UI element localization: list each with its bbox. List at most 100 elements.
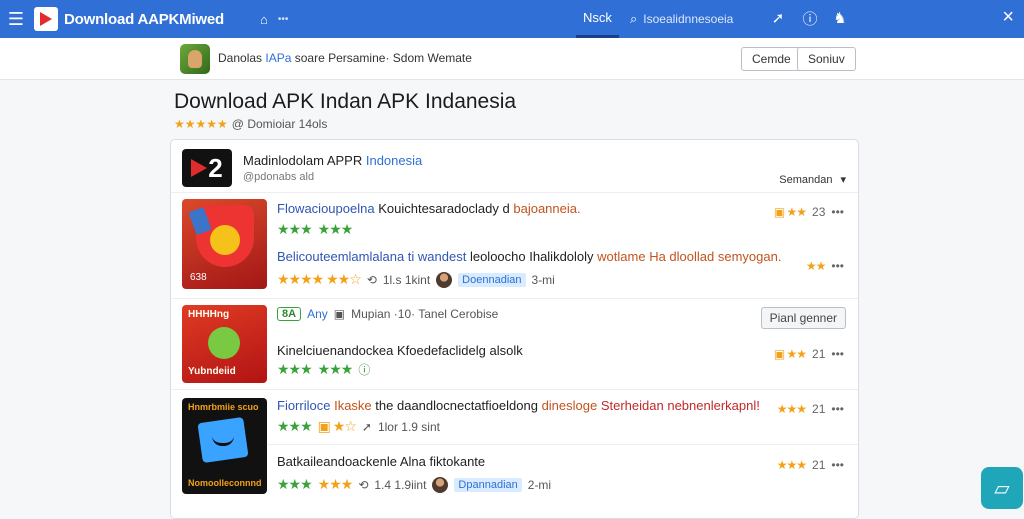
more-dots-icon[interactable]: ••• xyxy=(278,14,289,25)
avatar xyxy=(432,476,449,493)
card-logo-number: 2 xyxy=(208,152,223,183)
page-title: Download APK Indan APK Indanesia xyxy=(174,90,517,113)
rating-stars-icon: ▣ ★☆ xyxy=(317,418,357,434)
row-desc-c: wotlame Ha dloollad semyogan. xyxy=(597,249,782,264)
row-meta: ★★★ 21 ••• xyxy=(777,458,844,472)
more-dots-icon[interactable]: ••• xyxy=(831,347,844,361)
row-title[interactable]: Flowacioupoelna Kouichtesaradoclady d ba… xyxy=(277,201,581,216)
nav-tab[interactable]: Nsck xyxy=(576,0,619,38)
page-meta-text: @ Domioiar 14ols xyxy=(231,117,328,131)
reply-icon[interactable]: ⟲ xyxy=(358,478,368,492)
rating-stars-icon: ▣ ★★ xyxy=(773,347,807,361)
card-title-a: Madinlodolam APPR xyxy=(243,153,363,168)
close-icon[interactable]: × xyxy=(1002,6,1014,29)
row-rating: 21 xyxy=(812,402,826,416)
rating-stars-icon: ▣ ★★ xyxy=(773,205,807,219)
app-icon xyxy=(180,44,210,74)
green-stars-icon: ★★★ xyxy=(277,476,313,492)
row-title-b: Ikaske xyxy=(334,398,372,413)
rating-line: ★★★ ★★★ ⓘ xyxy=(277,361,370,378)
green-stars-icon: ★★★ xyxy=(277,418,313,434)
row-title[interactable]: Batkaileandoackenle Alna fiktokante xyxy=(277,454,485,469)
author-chip[interactable]: Doennadian xyxy=(458,272,526,287)
info-icon: ⓘ xyxy=(358,363,371,377)
row-stat: 1lor 1.9 sint xyxy=(377,419,440,434)
author-chip[interactable]: Dpannadian xyxy=(454,477,522,492)
play-icon xyxy=(191,159,208,177)
row-description: Belicouteemlamlalana ti wandest leolooch… xyxy=(277,249,781,264)
rating-stars-icon: ★★ xyxy=(805,259,826,273)
row-stat: 1.4 1.9iint xyxy=(374,477,427,492)
card-title: Madinlodolam APPR Indonesia xyxy=(243,153,422,168)
more-dots-icon[interactable]: ••• xyxy=(831,458,844,472)
chevron-down-icon: ▾ xyxy=(840,174,846,186)
tag[interactable]: Any xyxy=(307,307,328,321)
brand[interactable]: Download AAPKMiwed xyxy=(34,7,224,31)
list-item[interactable]: HHHHng Yubndeiid 8A Any ▣ Mupian ·10· Ta… xyxy=(171,299,858,389)
list-item[interactable]: Hnmrbmiie scuo Nomoolleconnnd Fiorriloce… xyxy=(171,390,858,500)
search-icon: ⌕ xyxy=(630,11,638,26)
notification-icon[interactable]: ♞ xyxy=(830,8,850,28)
row-title-a: Fiorriloce xyxy=(277,398,331,413)
app-thumbnail[interactable]: HHHHng Yubndeiid xyxy=(182,305,267,383)
floating-action-button[interactable]: ▱ xyxy=(981,467,1023,509)
strip-title-a: Danolas xyxy=(218,51,263,65)
avatar xyxy=(436,271,453,288)
share-icon[interactable]: ➚ xyxy=(362,420,372,434)
list-item[interactable]: 638 Flowacioupoelna Kouichtesaradoclady … xyxy=(171,193,858,298)
card-logo: 2 xyxy=(182,149,232,187)
app-thumbnail[interactable]: Hnmrbmiie scuo Nomoolleconnnd xyxy=(182,398,267,494)
row-meta: ▣ ★★ 23 ••• xyxy=(774,205,844,219)
rating-stats: ★★★★ ★★☆ ⟲ 1l.s 1kint Doennadian 3-mi xyxy=(277,271,555,288)
thumbnail-top-text: Hnmrbmiie scuo xyxy=(188,402,259,412)
rating-stars-icon: ★★★★★ xyxy=(174,117,228,131)
app-strip: Danolas IAPa soare Persamine· Sdom Wemat… xyxy=(0,38,1024,80)
row-stat: 1l.s 1kint xyxy=(382,272,431,287)
rating-stars-icon: ★★★★ ★★☆ xyxy=(277,271,362,287)
strip-title-c: soare Persamine· Sdom Wemate xyxy=(294,51,472,65)
row-rating: 21 xyxy=(812,347,826,361)
row-title-a: Flowacioupoelna xyxy=(277,201,375,216)
green-stars-icon: ★★★ xyxy=(277,221,313,237)
thumbnail-text: Nomoolleconnnd xyxy=(188,478,262,488)
more-dots-icon[interactable]: ••• xyxy=(831,205,844,219)
more-dots-icon[interactable]: ••• xyxy=(831,259,844,273)
category-badge[interactable]: 8A xyxy=(277,307,302,321)
info-icon[interactable]: ⓘ xyxy=(800,8,820,28)
grid-icon: ▣ xyxy=(333,307,346,321)
strip-button-1[interactable]: Cemde xyxy=(741,47,802,71)
divider xyxy=(267,444,858,445)
row-stat-2: 2-mi xyxy=(527,477,552,492)
android-icon xyxy=(208,327,240,359)
more-dots-icon[interactable]: ••• xyxy=(831,402,844,416)
sort-label: Semandan xyxy=(779,173,833,186)
brand-name: Download AAPKMiwed xyxy=(64,10,225,28)
hamburger-menu-icon[interactable]: ☰ xyxy=(0,0,32,38)
share-icon[interactable]: ➚ xyxy=(768,8,788,28)
thumbnail-top-text: HHHHng xyxy=(188,309,230,320)
row-title-e: Sterheidan nebnenlerkapnl! xyxy=(600,398,760,413)
row-title-c: the daandlocnectatfioeldong xyxy=(375,398,538,413)
row-desc-b: leoloocho Ihalikdololy xyxy=(469,249,594,264)
row-rating: 23 xyxy=(812,205,826,219)
rating-line: ★★★ ★★★ xyxy=(277,221,353,238)
rating-stars-icon: ★★★ xyxy=(776,458,807,472)
brand-logo-icon xyxy=(34,7,58,31)
reply-icon[interactable]: ⟲ xyxy=(367,273,377,287)
home-icon[interactable]: ⌂ xyxy=(260,12,268,27)
rating-stars-icon: ★★★ xyxy=(317,476,354,492)
sort-dropdown[interactable]: Semandan ▾ xyxy=(779,173,846,187)
app-thumbnail[interactable]: 638 xyxy=(182,199,267,289)
green-stars-icon: ★★★ xyxy=(317,361,354,377)
row-title[interactable]: Kinelciuenandockea Kfoedefaclidelg alsol… xyxy=(277,343,523,358)
strip-button-2[interactable]: Soniuv xyxy=(797,47,856,71)
rating-stars-icon: ★★★ xyxy=(776,402,807,416)
search-box[interactable]: ⌕ Isoealidnnesoeia xyxy=(630,7,754,31)
row-title-d: dinesloge xyxy=(541,398,598,413)
row-title[interactable]: Fiorriloce Ikaske the daandlocnectatfioe… xyxy=(277,398,760,413)
action-button[interactable]: Pianl genner xyxy=(760,307,846,329)
row-meta: ★★★ 21 ••• xyxy=(777,402,844,416)
row-desc-a: Belicouteemlamlalana ti wandest xyxy=(277,249,467,264)
edit-icon: ▱ xyxy=(994,477,1010,500)
thumbnail-text: 638 xyxy=(190,272,207,283)
